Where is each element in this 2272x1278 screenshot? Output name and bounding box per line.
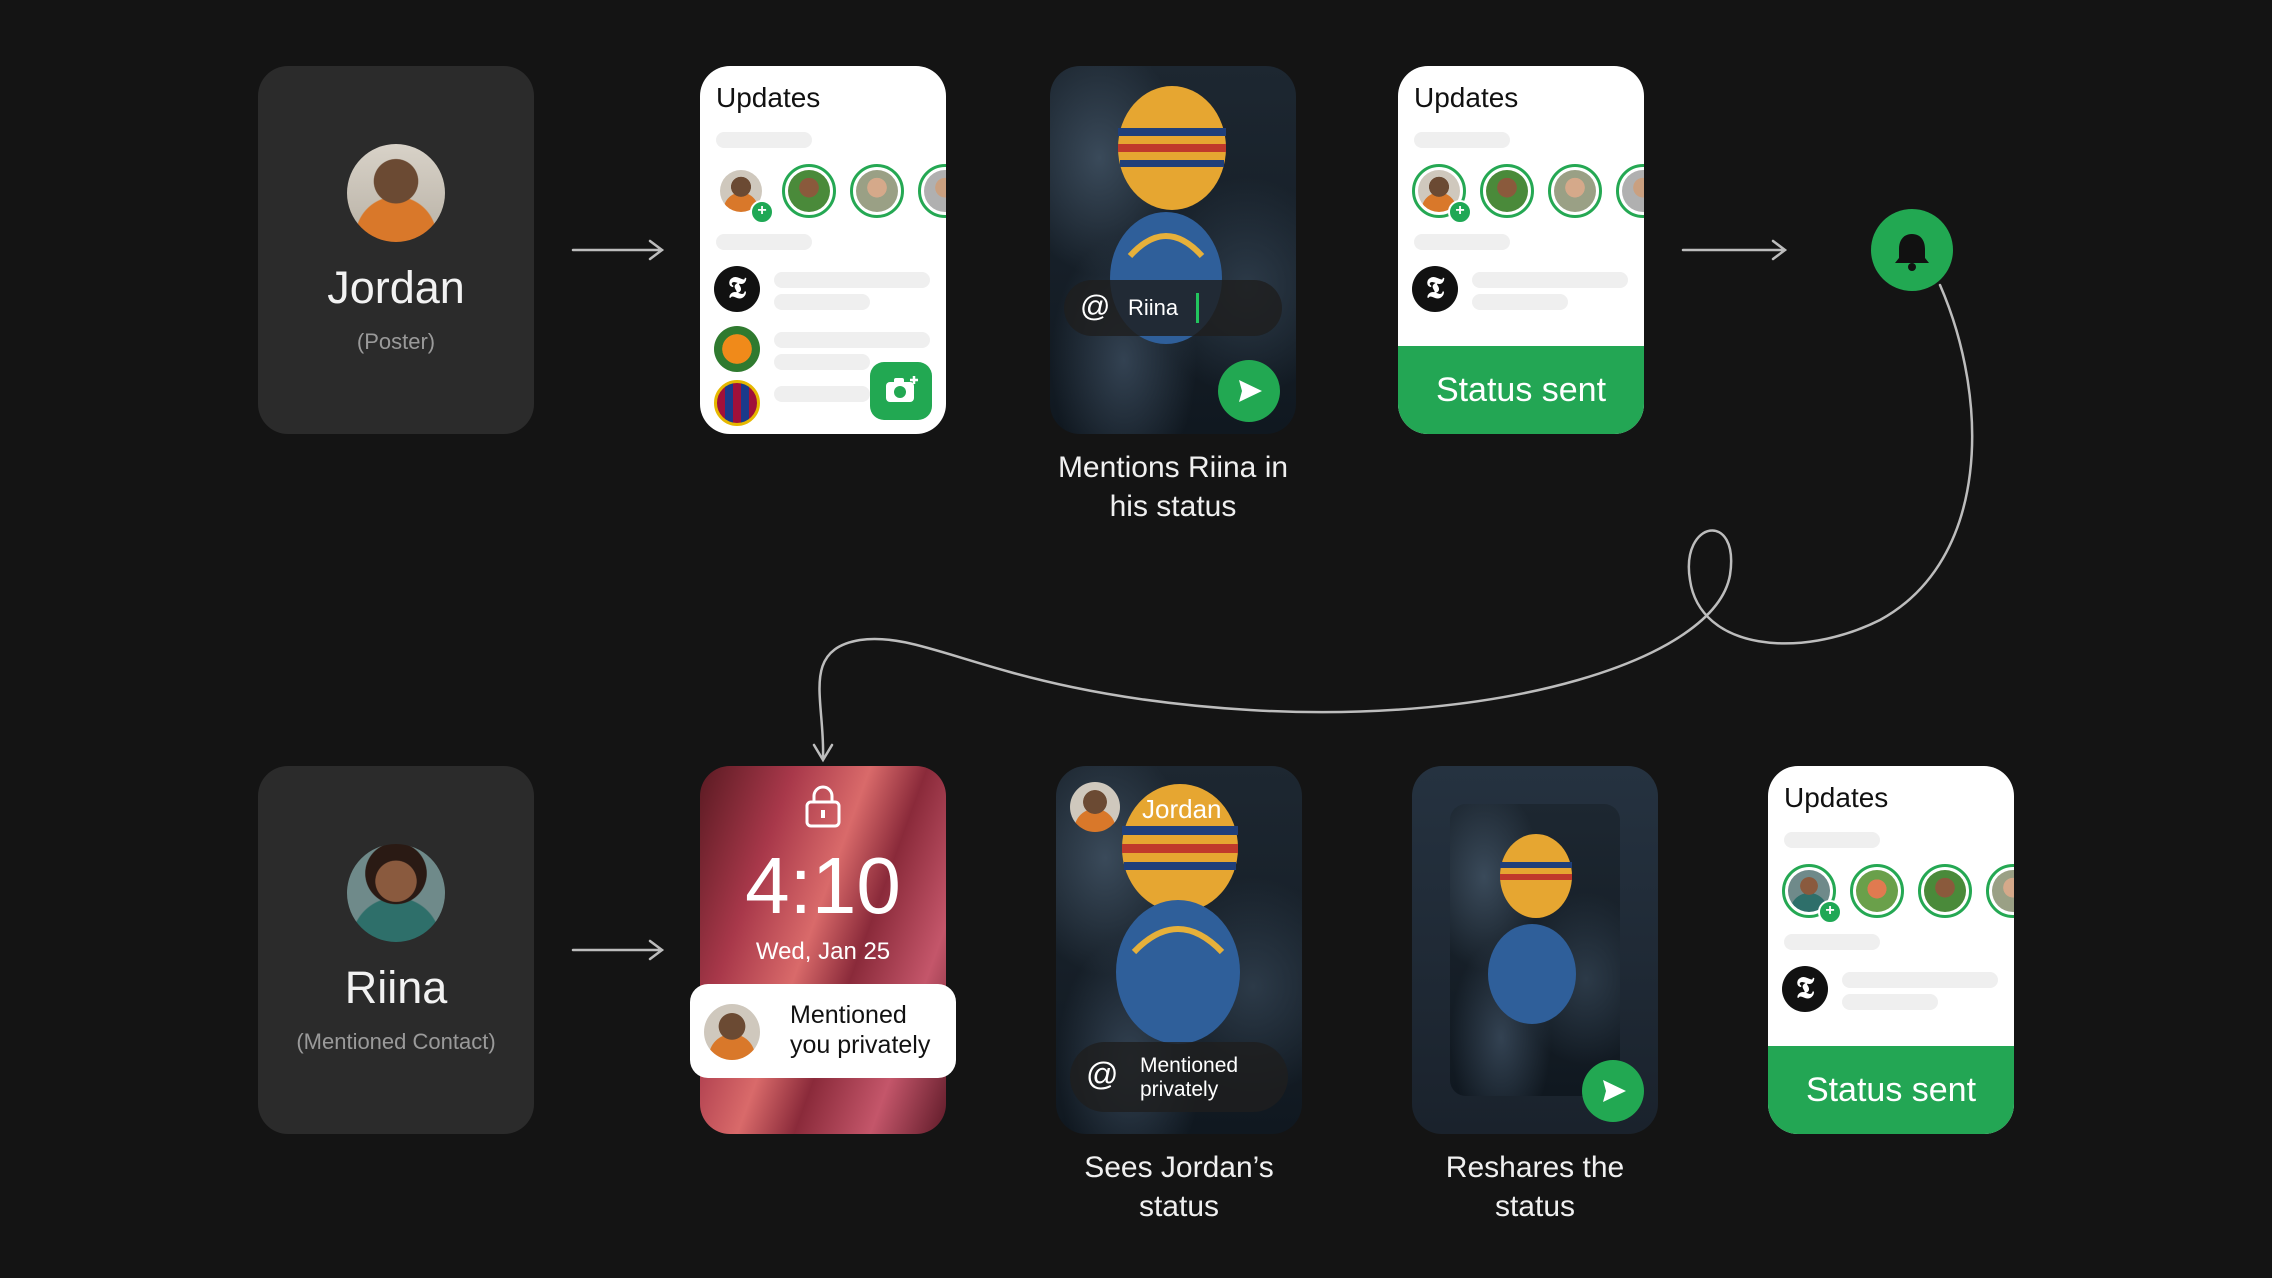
camera-fab[interactable] — [870, 362, 932, 420]
nyt-channel-icon[interactable]: 𝕿 — [1782, 966, 1828, 1012]
reshare-screen — [1412, 766, 1658, 1134]
placeholder-bar — [1414, 234, 1510, 250]
status-ring-contact[interactable] — [1548, 164, 1602, 218]
updates-title: Updates — [1784, 782, 1889, 813]
placeholder-bar — [774, 294, 870, 310]
status-ring-contact[interactable] — [918, 164, 946, 218]
updates-screen-reshared: Updates + 𝕿 Status sent — [1768, 766, 2014, 1134]
status-ring-contact[interactable] — [782, 164, 836, 218]
add-status-icon[interactable]: + — [1818, 900, 1842, 924]
reshare-preview — [1450, 804, 1620, 1096]
send-icon — [1603, 1080, 1626, 1102]
reshare-send-button[interactable] — [1582, 1060, 1644, 1122]
placeholder-bar — [1472, 294, 1568, 310]
placeholder-bar — [774, 332, 930, 348]
badge-text: Mentioned privately — [1140, 1054, 1239, 1101]
mentioned-role: (Mentioned Contact) — [296, 1029, 496, 1054]
placeholder-bar — [1784, 832, 1880, 848]
mention-notification[interactable]: Mentioned you privately — [690, 984, 956, 1078]
status-ring-contact[interactable] — [850, 164, 904, 218]
curve-notification-path — [818, 283, 1974, 760]
updates-title: Updates — [1414, 82, 1519, 113]
notification-text: Mentioned you privately — [790, 1001, 931, 1059]
status-viewer-screen: Jordan @ Mentioned privately — [1056, 766, 1302, 1134]
poster-name-label: Jordan — [1142, 794, 1222, 824]
barca-channel-icon[interactable] — [714, 380, 760, 426]
placeholder-bar — [774, 272, 930, 288]
status-ring-contact[interactable] — [1480, 164, 1534, 218]
placeholder-bar — [716, 234, 812, 250]
arrow-poster-to-updates — [571, 239, 665, 261]
balloon-image — [1488, 834, 1576, 1024]
poster-card: Jordan (Poster) — [258, 66, 534, 434]
status-ring-contact[interactable] — [1616, 164, 1644, 218]
mentioned-privately-badge: @ Mentioned privately — [1070, 1042, 1288, 1112]
status-ring-contact[interactable] — [1850, 864, 1904, 918]
placeholder-bar — [1842, 972, 1998, 988]
mentioned-contact-card: Riina (Mentioned Contact) — [258, 766, 534, 1134]
jordan-avatar — [704, 1004, 760, 1060]
nyt-channel-icon[interactable]: 𝕿 — [714, 266, 760, 312]
placeholder-bar — [1842, 994, 1938, 1010]
poster-name: Jordan — [327, 262, 465, 313]
updates-screen-1: Updates + 𝕿 — [700, 66, 946, 434]
jordan-avatar — [347, 144, 445, 242]
placeholder-bar — [1784, 934, 1880, 950]
lock-screen: 4:10 Wed, Jan 25 — [700, 766, 946, 1134]
reshare-caption: Reshares the status — [1445, 1151, 1625, 1223]
status-ring-contact[interactable] — [1986, 864, 2014, 918]
send-icon — [1239, 380, 1262, 402]
arrow-sent-to-bell — [1681, 239, 1788, 261]
compose-caption: Mentions Riina in his status — [1057, 451, 1289, 523]
poster-role: (Poster) — [356, 329, 436, 354]
text-cursor — [1196, 293, 1199, 323]
poster-avatar-small — [1070, 782, 1120, 832]
notification-bell-button — [1871, 209, 1953, 291]
riina-avatar — [347, 844, 445, 942]
status-sent-banner: Status sent — [1768, 1046, 2014, 1134]
status-sent-banner: Status sent — [1398, 346, 1644, 434]
lock-date: Wed, Jan 25 — [755, 938, 891, 965]
updates-screen-sent: Updates + 𝕿 Status sent — [1398, 66, 1644, 434]
mention-text: Riina — [1128, 295, 1179, 320]
flower-channel-icon[interactable] — [714, 326, 760, 372]
updates-title: Updates — [716, 82, 821, 113]
at-icon: @ — [1080, 290, 1111, 323]
mentioned-name: Riina — [344, 962, 448, 1013]
placeholder-bar — [1472, 272, 1628, 288]
camera-icon — [886, 376, 918, 402]
nyt-channel-icon[interactable]: 𝕿 — [1412, 266, 1458, 312]
arrow-riina-to-lockscreen — [571, 939, 665, 961]
placeholder-bar — [1414, 132, 1510, 148]
send-button[interactable] — [1218, 360, 1280, 422]
add-status-icon[interactable]: + — [1448, 200, 1472, 224]
status-ring-contact[interactable] — [1918, 864, 1972, 918]
at-icon: @ — [1086, 1056, 1119, 1092]
placeholder-bar — [716, 132, 812, 148]
add-status-icon[interactable]: + — [750, 200, 774, 224]
bell-icon — [1895, 234, 1929, 271]
placeholder-bar — [774, 386, 870, 402]
placeholder-bar — [774, 354, 870, 370]
lock-time: 4:10 — [745, 841, 901, 930]
compose-status-screen: @ Riina — [1050, 66, 1296, 434]
viewer-caption: Sees Jordan’s status — [1084, 1151, 1274, 1223]
mention-input[interactable]: @ Riina — [1064, 280, 1282, 336]
lock-icon — [805, 785, 841, 828]
